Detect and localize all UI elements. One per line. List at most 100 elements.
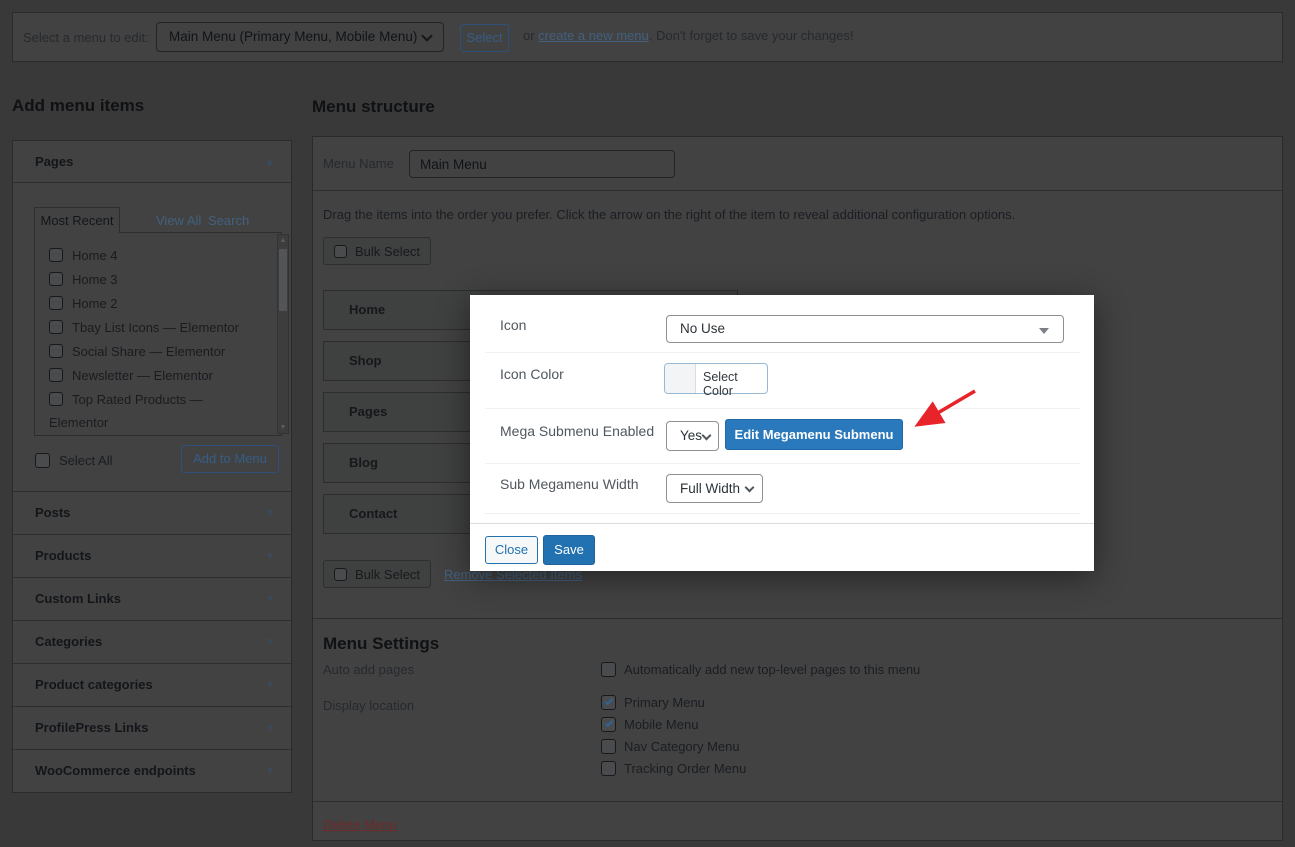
expand-arrow-icon[interactable]: ▼ [265,665,275,707]
page-checklist-label: Top Rated Products — [72,392,203,407]
icon-label: Icon [500,317,526,333]
page-checkbox[interactable] [49,296,63,310]
page-checklist-item[interactable]: Social Share — Elementor [49,339,255,363]
accordion-section-header[interactable]: Products ▼ [13,534,291,577]
mega-submenu-value: Yes [680,428,702,443]
location-checkbox[interactable] [601,695,616,710]
menu-name-input[interactable] [409,150,675,178]
icon-dropdown-value: No Use [680,321,725,336]
auto-add-checkbox[interactable] [601,662,616,677]
page-checkbox[interactable] [49,248,63,262]
auto-add-option[interactable]: Automatically add new top-level pages to… [601,658,920,680]
menu-select-label: Select a menu to edit: [23,30,149,45]
location-label: Tracking Order Menu [624,761,746,776]
page-checklist-label: Home 2 [72,296,118,311]
add-to-menu-button[interactable]: Add to Menu [181,445,279,473]
icon-color-label: Icon Color [500,366,564,382]
expand-arrow-icon[interactable]: ▼ [265,708,275,750]
bulk-select-bottom-checkbox[interactable] [334,568,347,581]
page-checkbox[interactable] [49,368,63,382]
menu-select-dropdown[interactable]: Main Menu (Primary Menu, Mobile Menu) [156,22,444,52]
menu-structure-heading: Menu structure [312,97,435,117]
bulk-select-top-label: Bulk Select [355,244,420,259]
accordion-section-header[interactable]: ProfilePress Links ▼ [13,706,291,749]
accordion-section-header[interactable]: Categories ▼ [13,620,291,663]
create-new-menu-link[interactable]: create a new menu [538,28,649,43]
bulk-select-top-checkbox[interactable] [334,245,347,258]
display-location-option[interactable]: Nav Category Menu [601,735,746,757]
save-changes-reminder: . Don't forget to save your changes! [649,28,854,43]
delete-menu-link[interactable]: Delete Menu [323,817,397,832]
page-checklist-label: Newsletter — Elementor [72,368,213,383]
sub-megamenu-width-dropdown[interactable]: Full Width [666,474,763,503]
save-button[interactable]: Save [543,535,595,565]
accordion-section-title: WooCommerce endpoints [35,763,196,778]
bulk-select-top[interactable]: Bulk Select [323,237,431,265]
display-location-option[interactable]: Tracking Order Menu [601,757,746,779]
tab-search[interactable]: Search [208,213,249,228]
accordion-section-header[interactable]: Product categories ▼ [13,663,291,706]
tab-view-all[interactable]: View All [156,213,201,228]
location-checkbox[interactable] [601,739,616,754]
select-color-button[interactable]: Select Color [664,363,768,394]
collapse-arrow-icon[interactable]: ▲ [264,141,275,183]
drag-instructions: Drag the items into the order you prefer… [323,207,1015,222]
chevron-down-icon [421,30,432,41]
delete-divider [313,801,1282,802]
select-all-control[interactable]: Select All [35,453,112,468]
display-location-label: Display location [323,698,414,713]
expand-arrow-icon[interactable]: ▼ [265,751,275,793]
page-checklist-item[interactable]: Home 2 [49,291,255,315]
scroll-down-icon[interactable]: ▼ [278,424,288,431]
menu-name-label: Menu Name [323,137,394,191]
accordion-sections: Posts ▼ Products ▼ Custom Links ▼ Catego… [13,491,291,792]
page-checkbox[interactable] [49,344,63,358]
auto-add-pages-label: Auto add pages [323,662,414,677]
select-menu-button[interactable]: Select [460,24,509,52]
expand-arrow-icon[interactable]: ▼ [265,622,275,664]
dropdown-triangle-icon [1039,328,1049,334]
add-menu-items-panel: Pages ▲ Most Recent View All Search Home… [12,140,292,793]
location-checkbox[interactable] [601,717,616,732]
page-checkbox[interactable] [49,320,63,334]
page-checkbox[interactable] [49,272,63,286]
icon-dropdown[interactable]: No Use [666,315,1064,343]
accordion-section-header[interactable]: WooCommerce endpoints ▼ [13,749,291,792]
page-checkbox[interactable] [49,392,63,406]
scrollbar-thumb[interactable] [279,249,287,311]
page-checklist-item[interactable]: Top Rated Products — [49,387,255,411]
accordion-section-header[interactable]: Posts ▼ [13,491,291,534]
scroll-up-icon[interactable]: ▲ [278,237,288,244]
menu-item-title: Contact [349,506,397,521]
page-checklist-wrapped-text: Elementor [49,411,255,435]
settings-divider [313,618,1282,619]
location-label: Nav Category Menu [624,739,740,754]
page-checklist-item[interactable]: Home 4 [49,243,255,267]
chevron-down-icon [745,483,755,493]
page-checklist-item[interactable]: Home 3 [49,267,255,291]
display-location-option[interactable]: Primary Menu [601,691,746,713]
page-checklist-label: Home 4 [72,248,118,263]
expand-arrow-icon[interactable]: ▼ [265,493,275,535]
expand-arrow-icon[interactable]: ▼ [265,536,275,578]
pages-list-scrollbar[interactable]: ▲ ▼ [277,234,289,434]
select-all-label: Select All [59,453,112,468]
select-color-button-label: Select Color [703,370,767,398]
bulk-select-bottom[interactable]: Bulk Select [323,560,431,588]
accordion-section-header[interactable]: Custom Links ▼ [13,577,291,620]
select-all-checkbox[interactable] [35,453,50,468]
display-location-option[interactable]: Mobile Menu [601,713,746,735]
bulk-select-bottom-label: Bulk Select [355,567,420,582]
menu-select-value: Main Menu (Primary Menu, Mobile Menu) [169,29,417,44]
location-checkbox[interactable] [601,761,616,776]
accordion-section-title: Custom Links [35,591,121,606]
expand-arrow-icon[interactable]: ▼ [265,579,275,621]
pages-accordion-header[interactable]: Pages ▲ [13,141,291,183]
tab-most-recent[interactable]: Most Recent [34,207,120,233]
page-checklist-item[interactable]: Newsletter — Elementor [49,363,255,387]
close-button[interactable]: Close [485,536,538,564]
edit-megamenu-submenu-button[interactable]: Edit Megamenu Submenu [725,419,903,450]
mega-submenu-dropdown[interactable]: Yes [666,421,719,451]
page-checklist-item[interactable]: Tbay List Icons — Elementor [49,315,255,339]
menu-item-title: Pages [349,404,387,419]
